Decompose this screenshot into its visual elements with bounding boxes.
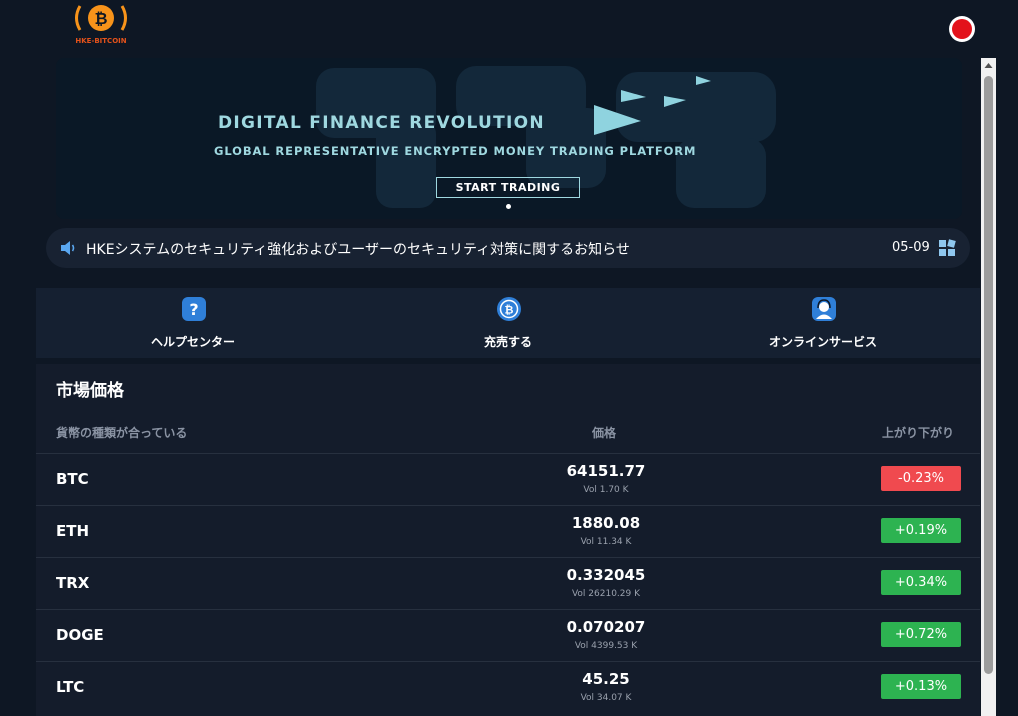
record-dot-icon <box>952 19 972 39</box>
row-change-badge: -0.23% <box>881 466 961 491</box>
nav-help-center[interactable]: ? ヘルプセンター <box>103 288 283 358</box>
row-change-badge: +0.72% <box>881 622 961 647</box>
market-panel: 市場価格 貨幣の種類が合っている 価格 上がり下がり BTC 64151.77 … <box>36 364 980 716</box>
grid-icon[interactable] <box>938 239 956 257</box>
nav-label: 充売する <box>483 335 532 349</box>
row-symbol: ETH <box>56 522 90 540</box>
row-price: 0.332045 <box>566 566 646 584</box>
announcement-text[interactable]: HKEシステムのセキュリティ強化およびユーザーのセキュリティ対策に関するお知らせ <box>86 239 630 259</box>
coin-icon: ₿ <box>497 297 521 321</box>
bitcoin-logo-icon: ₿ HKE-BITCOIN <box>75 5 127 45</box>
row-symbol: DOGE <box>56 626 104 644</box>
record-button[interactable] <box>949 16 975 42</box>
row-volume: Vol 11.34 K <box>580 537 632 547</box>
nav-online-service[interactable]: オンラインサービス <box>733 288 913 358</box>
market-title: 市場価格 <box>56 381 124 401</box>
support-agent-icon <box>812 297 836 321</box>
market-row-eth[interactable]: ETH 1880.08 Vol 11.34 K +0.19% <box>36 505 980 557</box>
row-change-badge: +0.34% <box>881 570 961 595</box>
scroll-up-arrow-icon[interactable] <box>981 58 996 74</box>
market-row-doge[interactable]: DOGE 0.070207 Vol 4399.53 K +0.72% <box>36 609 980 661</box>
svg-text:₿: ₿ <box>505 304 514 317</box>
row-price: 45.25 <box>582 670 630 688</box>
market-row-trx[interactable]: TRX 0.332045 Vol 26210.29 K +0.34% <box>36 557 980 609</box>
row-symbol: TRX <box>56 574 90 592</box>
help-icon: ? <box>182 297 206 321</box>
row-volume: Vol 1.70 K <box>583 485 629 495</box>
row-volume: Vol 34.07 K <box>580 693 632 703</box>
market-row-ltc[interactable]: LTC 45.25 Vol 34.07 K +0.13% <box>36 661 980 713</box>
vertical-scrollbar[interactable] <box>981 58 996 716</box>
banner-headline: DIGITAL FINANCE REVOLUTION <box>218 113 545 133</box>
column-header-pair: 貨幣の種類が合っている <box>56 426 188 440</box>
column-header-price: 価格 <box>592 426 617 440</box>
announcement-bar[interactable]: HKEシステムのセキュリティ強化およびユーザーのセキュリティ対策に関するお知らせ… <box>46 228 970 268</box>
nav-deposit[interactable]: ₿ 充売する <box>418 288 598 358</box>
nav-label: オンラインサービス <box>768 335 877 349</box>
column-header-change: 上がり下がり <box>882 426 955 440</box>
start-trading-button[interactable]: START TRADING <box>436 177 580 198</box>
row-price: 0.070207 <box>566 618 646 636</box>
row-volume: Vol 26210.29 K <box>571 589 641 599</box>
scrollbar-thumb[interactable] <box>984 76 993 674</box>
row-price: 1880.08 <box>571 514 641 532</box>
hero-banner[interactable]: DIGITAL FINANCE REVOLUTION GLOBAL REPRES… <box>56 58 962 219</box>
row-change-badge: +0.19% <box>881 518 961 543</box>
nav-label: ヘルプセンター <box>150 335 235 349</box>
banner-subline: GLOBAL REPRESENTATIVE ENCRYPTED MONEY TR… <box>214 144 697 158</box>
market-rows: BTC 64151.77 Vol 1.70 K -0.23% ETH 1880.… <box>36 453 980 713</box>
row-volume: Vol 4399.53 K <box>574 641 638 651</box>
announcement-date: 05-09 <box>892 240 930 255</box>
carousel-indicator[interactable] <box>506 204 511 209</box>
svg-text:?: ? <box>189 300 198 319</box>
row-symbol: BTC <box>56 470 89 488</box>
row-price: 64151.77 <box>566 462 646 480</box>
hke-bitcoin-logo[interactable]: ₿ HKE-BITCOIN <box>70 2 132 46</box>
quick-nav: ? ヘルプセンター ₿ 充売する オンラインサービス <box>36 288 980 358</box>
row-symbol: LTC <box>56 678 85 696</box>
logo-wordmark: HKE-BITCOIN <box>75 37 126 45</box>
svg-text:₿: ₿ <box>94 9 107 28</box>
speaker-icon <box>61 241 75 255</box>
market-row-btc[interactable]: BTC 64151.77 Vol 1.70 K -0.23% <box>36 453 980 505</box>
row-change-badge: +0.13% <box>881 674 961 699</box>
